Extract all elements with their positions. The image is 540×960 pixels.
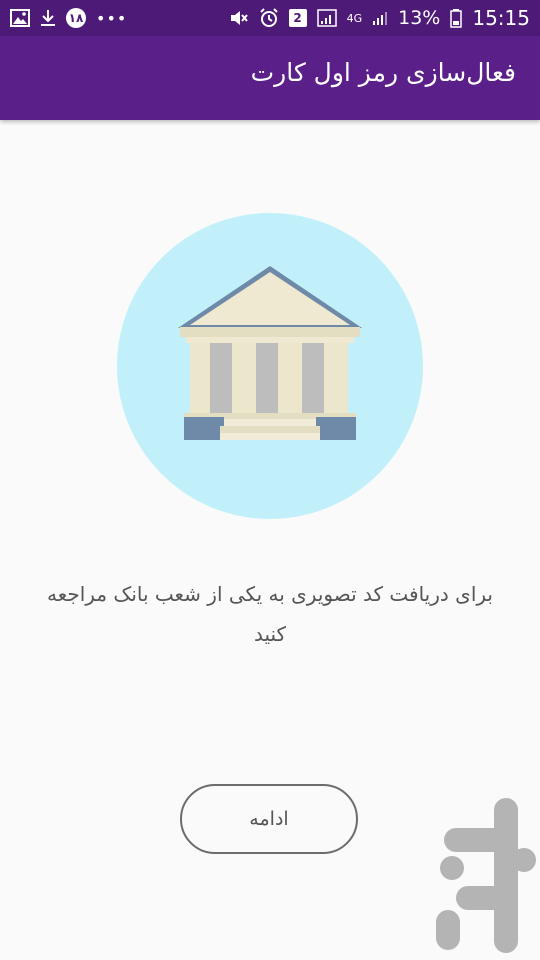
continue-button[interactable]: ادامه [180, 784, 358, 854]
clock: 15:15 [472, 6, 530, 30]
download-icon [40, 9, 56, 27]
bank-illustration [116, 212, 424, 520]
status-bar-left: ۱۸ ••• [10, 8, 127, 28]
store-logo-icon [436, 798, 536, 953]
image-notification-icon [10, 9, 30, 27]
instruction-message: برای دریافت کد تصویری به یکی از شعب بانک… [47, 582, 493, 646]
page-title: فعال‌سازی رمز اول کارت [250, 58, 516, 87]
sim-badge: 2 [288, 9, 307, 27]
notification-count-badge: ۱۸ [66, 8, 86, 28]
battery-percent: 13% [398, 7, 441, 29]
store-logo-watermark [430, 798, 540, 953]
signal-sim2-icon [372, 10, 388, 26]
bank-building-icon [117, 213, 423, 519]
status-bar: ۱۸ ••• 2 4G 13% 15:15 [0, 0, 540, 36]
status-bar-right: 2 4G 13% 15:15 [229, 6, 530, 30]
more-notifications-icon: ••• [96, 8, 128, 28]
network-type: 4G [346, 11, 363, 25]
signal-sim1-icon [316, 9, 337, 27]
app-bar: فعال‌سازی رمز اول کارت [0, 36, 540, 120]
battery-icon [450, 8, 463, 28]
mute-icon [229, 9, 249, 27]
alarm-icon [259, 8, 279, 28]
